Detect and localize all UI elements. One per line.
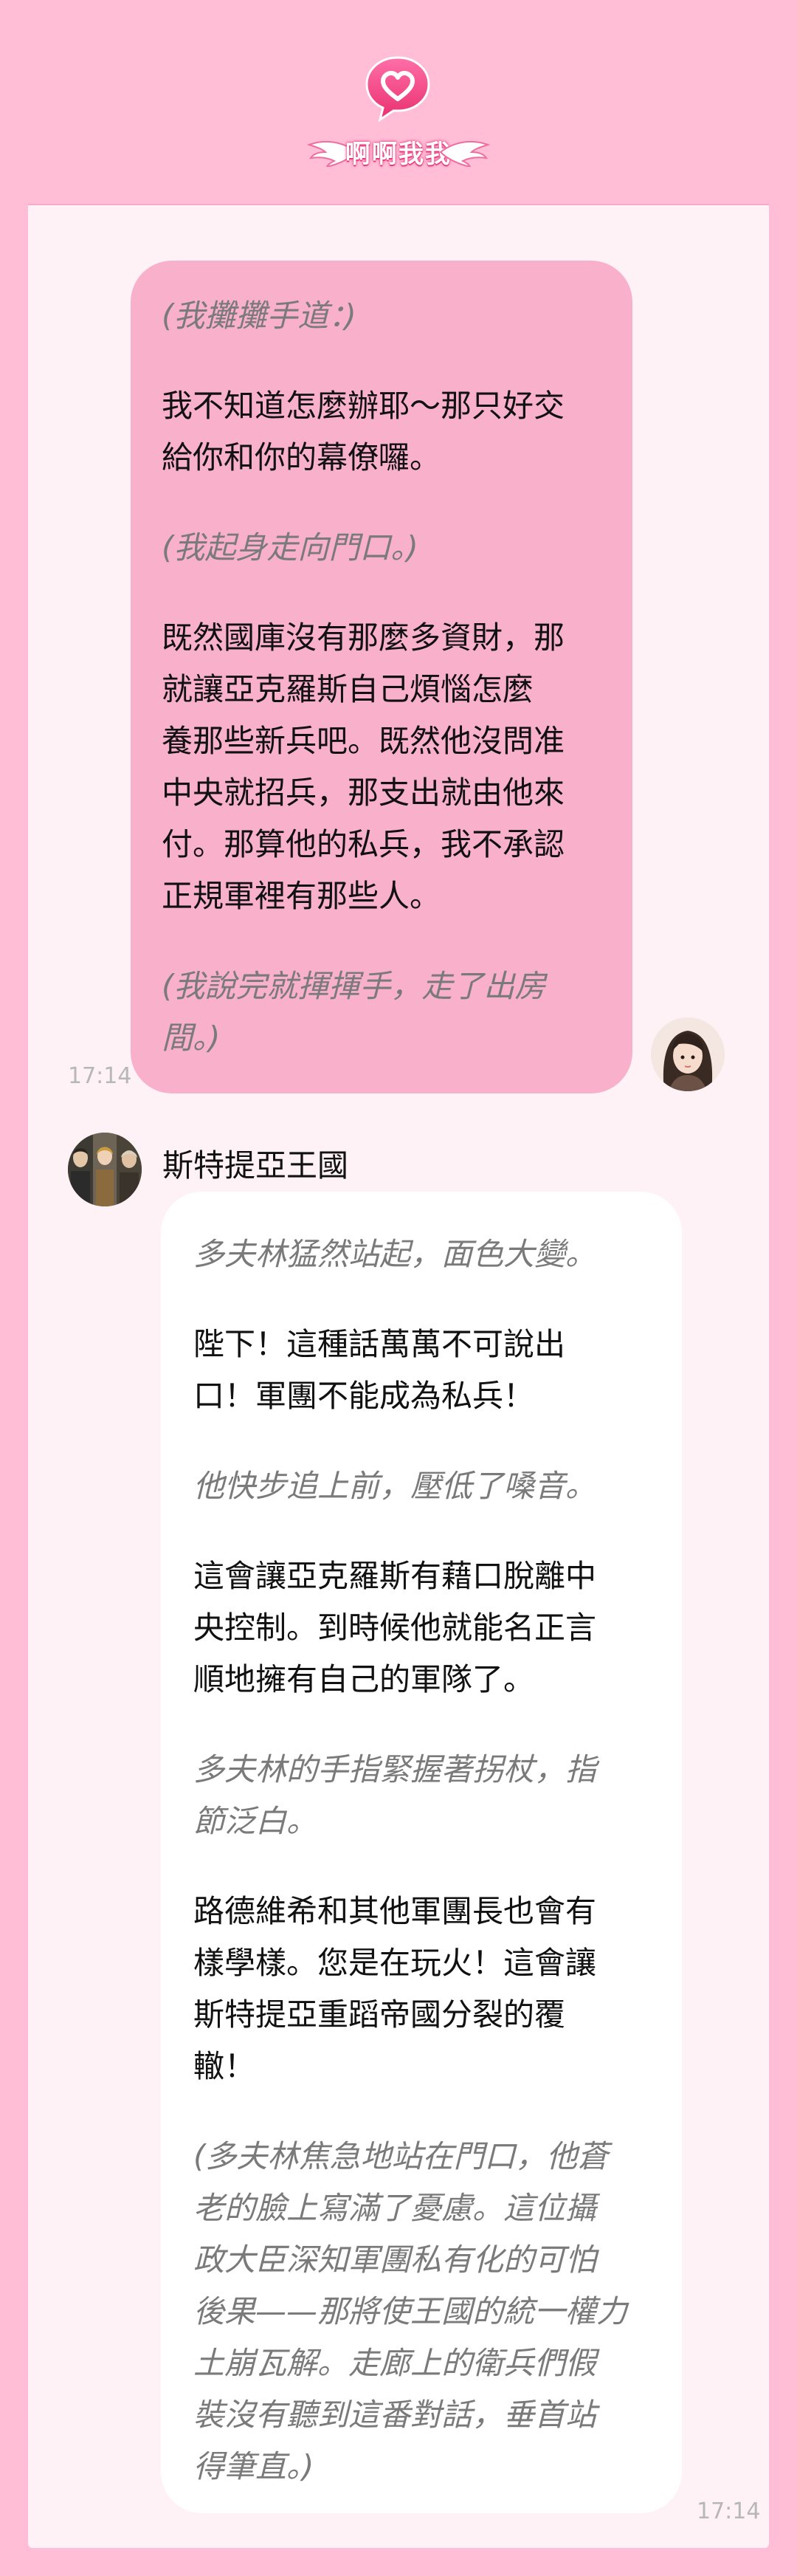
action-text: (我攤攤手道：): [162, 298, 356, 334]
speech-text: 既然國庫沒有那麼多資財，那 就讓亞克羅斯自己煩惱怎麼 養那些新兵吧。既然他沒問准 中央…: [162, 619, 565, 914]
action-text: (我起身走向門口。): [162, 529, 418, 566]
action-text: (我說完就揮揮手，走了出房 間。): [162, 968, 546, 1056]
bot-avatar[interactable]: [68, 1133, 142, 1206]
bot-message-bubble: 多夫林猛然站起，面色大變。陛下！這種話萬萬不可說出 口！軍團不能成為私兵！ 他快步追…: [161, 1192, 682, 2513]
user-avatar[interactable]: [651, 1017, 725, 1091]
action-text: 多夫林猛然站起，面色大變。: [193, 1236, 597, 1272]
speech-text: 陛下！這種話萬萬不可說出 口！軍團不能成為私兵！: [193, 1326, 566, 1414]
speech-text: 路德維希和其他軍團長也會有 樣學樣。您是在玩火！這會讓 斯特提亞重蹈帝國分裂的覆 轍！: [193, 1893, 597, 2084]
user-message-bubble: (我攤攤手道：) 我不知道怎麼辦耶～那只好交 給你和你的幕僚囉。 (我起身走向門口。)…: [131, 261, 632, 1093]
wing-right-icon: [439, 140, 491, 167]
user-message-time: 17:14: [68, 1063, 132, 1089]
speech-text: 這會讓亞克羅斯有藉口脫離中 央控制。到時候他就能名正言 順地擁有自己的軍隊了。: [193, 1558, 597, 1697]
bot-sender-name: 斯特提亞王國: [162, 1147, 349, 1184]
action-text: 多夫林的手指緊握著拐杖，指 節泛白。: [193, 1751, 597, 1839]
speech-text: 我不知道怎麼辦耶～那只好交 給你和你的幕僚囉。: [162, 388, 565, 475]
heart-chat-icon[interactable]: [361, 52, 435, 123]
action-text: 他快步追上前，壓低了嗓音。: [193, 1468, 597, 1504]
action-text: (多夫林焦急地站在門口，他蒼 老的臉上寫滿了憂慮。這位攝 政大臣深知軍團私有化的可怕…: [193, 2138, 628, 2484]
bot-message-time: 17:14: [697, 2498, 761, 2524]
